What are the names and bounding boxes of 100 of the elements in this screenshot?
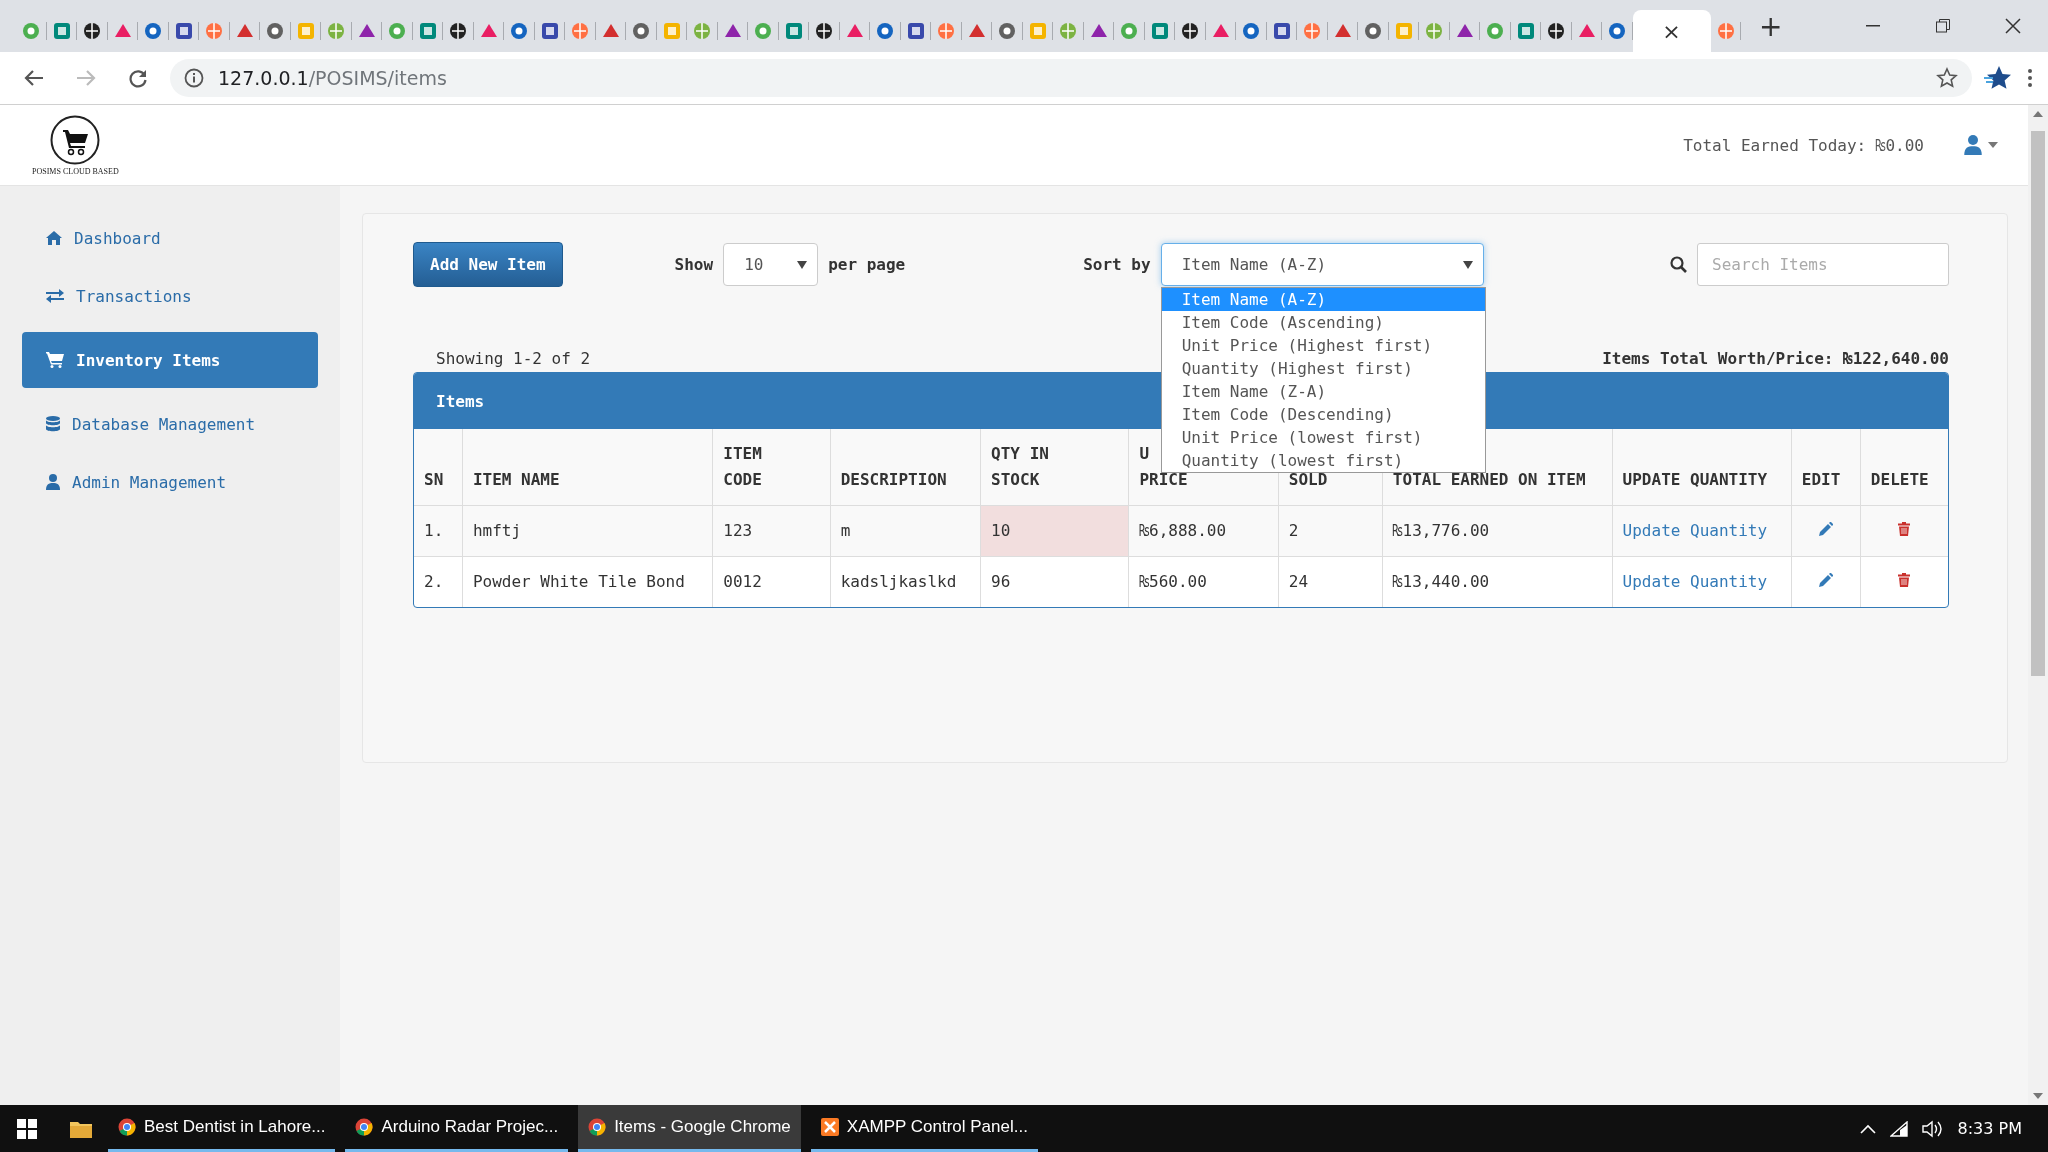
caret-icon[interactable] <box>1859 1123 1876 1134</box>
site-icon <box>571 22 590 40</box>
table-cell: 123 <box>712 505 831 557</box>
site-icon <box>52 22 71 40</box>
caret-icon <box>1462 260 1473 269</box>
menu-icon[interactable] <box>2026 67 2034 89</box>
site-icon <box>22 22 41 40</box>
site-icon <box>1181 22 1200 40</box>
site-icon <box>1333 22 1352 40</box>
column-header: ITEM CODE <box>712 429 831 506</box>
site-icon <box>1608 22 1627 40</box>
sidebar-item[interactable]: Database Management <box>22 402 318 446</box>
table-cell: 10 <box>980 505 1129 557</box>
edit-button[interactable] <box>1818 522 1833 536</box>
table-cell: hmftj <box>462 505 713 557</box>
site-icon <box>296 22 315 40</box>
logo-text: POSIMS CLOUD BASED <box>32 166 119 176</box>
sort-option[interactable]: Item Code (Ascending) <box>1161 311 1485 334</box>
site-icon <box>1577 22 1596 40</box>
site-icon <box>1120 22 1139 40</box>
site-icon <box>601 22 620 40</box>
cart-icon <box>46 352 64 368</box>
forward-arrow-icon <box>76 69 96 87</box>
table-cell: ₨13,776.00 <box>1382 505 1613 557</box>
taskbar-app[interactable]: Items - Google Chrome <box>578 1105 801 1152</box>
scrollbar[interactable] <box>2028 105 2048 1105</box>
site-icon <box>754 22 773 40</box>
table-cell: 24 <box>1278 556 1383 607</box>
address-bar[interactable]: 127.0.0.1/POSIMS/items <box>170 59 1972 97</box>
site-icon <box>357 22 376 40</box>
table-cell: 96 <box>980 556 1129 607</box>
site-icon <box>388 22 407 40</box>
column-header: DELETE <box>1860 429 1948 506</box>
site-icon <box>1089 22 1108 40</box>
column-header: SN <box>414 429 463 506</box>
site-icon <box>1303 22 1322 40</box>
site-icon <box>784 22 803 40</box>
browser-tab[interactable]: × <box>1632 10 1711 52</box>
taskbar-app[interactable]: Arduino Radar Projec... <box>345 1105 569 1152</box>
delete-button[interactable] <box>1898 522 1911 536</box>
reload-icon <box>128 68 148 88</box>
panel-title: Items <box>436 391 485 411</box>
star-icon[interactable] <box>1936 67 1958 89</box>
user-icon <box>1964 135 1982 155</box>
site-icon <box>1059 22 1078 40</box>
transfer-icon <box>46 289 64 303</box>
cart-logo-icon <box>50 114 101 165</box>
table-cell: ₨560.00 <box>1128 556 1279 607</box>
site-icon <box>632 22 651 40</box>
delete-button[interactable] <box>1898 573 1911 587</box>
site-icon <box>1455 22 1474 40</box>
folder-icon <box>70 1119 92 1138</box>
sort-select[interactable]: Item Name (A-Z) <box>1160 243 1484 286</box>
sort-option[interactable]: Quantity (Highest first) <box>1161 357 1485 380</box>
site-icon <box>144 22 163 40</box>
windows-icon <box>17 1118 37 1139</box>
table-cell: m <box>830 505 981 557</box>
site-icon <box>876 22 895 40</box>
user-menu[interactable] <box>1964 135 1998 155</box>
site-icon <box>906 22 925 40</box>
site-icon <box>327 22 346 40</box>
search-field[interactable]: Search Items <box>1697 243 1949 286</box>
trash-icon <box>1898 522 1911 536</box>
clock-text: 8:33 PM <box>1957 1119 2022 1138</box>
site-icon <box>1516 22 1535 40</box>
sort-option[interactable]: Unit Price (Highest first) <box>1161 334 1485 357</box>
column-header: EDIT <box>1791 429 1861 506</box>
sidebar-item[interactable]: Admin Management <box>22 460 318 504</box>
per-page-select[interactable]: 10 <box>723 243 819 286</box>
update-quantity-link[interactable]: Update Quantity <box>1622 572 1768 591</box>
edit-button[interactable] <box>1818 573 1833 587</box>
sort-option[interactable]: Item Code (Descending) <box>1161 403 1485 426</box>
new-tab-button[interactable]: + <box>1755 9 1787 43</box>
scroll-down-icon[interactable] <box>2033 1093 2043 1099</box>
site-icon <box>1272 22 1291 40</box>
site-icon <box>1394 22 1413 40</box>
volume-icon[interactable] <box>1921 1119 1944 1138</box>
site-icon <box>510 22 529 40</box>
site-icon <box>540 22 559 40</box>
xampp-icon <box>820 1118 839 1136</box>
network-icon[interactable] <box>1889 1120 1908 1137</box>
column-header: QTY IN STOCK <box>980 429 1129 506</box>
site-icon <box>1486 22 1505 40</box>
site-icon <box>1150 22 1169 40</box>
taskbar-app[interactable]: XAMPP Control Panel... <box>810 1105 1038 1152</box>
database-icon <box>46 416 60 432</box>
table-cell: 0012 <box>712 556 831 607</box>
site-icon <box>815 22 834 40</box>
sidebar-item[interactable]: Inventory Items <box>22 332 318 388</box>
back-arrow-icon <box>24 69 44 87</box>
site-icon <box>449 22 468 40</box>
site-icon <box>479 22 498 40</box>
sort-option[interactable]: Item Name (Z-A) <box>1161 380 1485 403</box>
site-icon <box>1242 22 1261 40</box>
sidebar-item[interactable]: Transactions <box>22 274 318 318</box>
taskbar-app[interactable]: Best Dentist in Lahore... <box>108 1105 336 1152</box>
site-icon <box>205 22 224 40</box>
add-item-button[interactable]: Add New Item <box>413 242 563 287</box>
table-cell: Powder White Tile Bond <box>462 556 713 607</box>
sidebar-item[interactable]: Dashboard <box>22 216 318 260</box>
